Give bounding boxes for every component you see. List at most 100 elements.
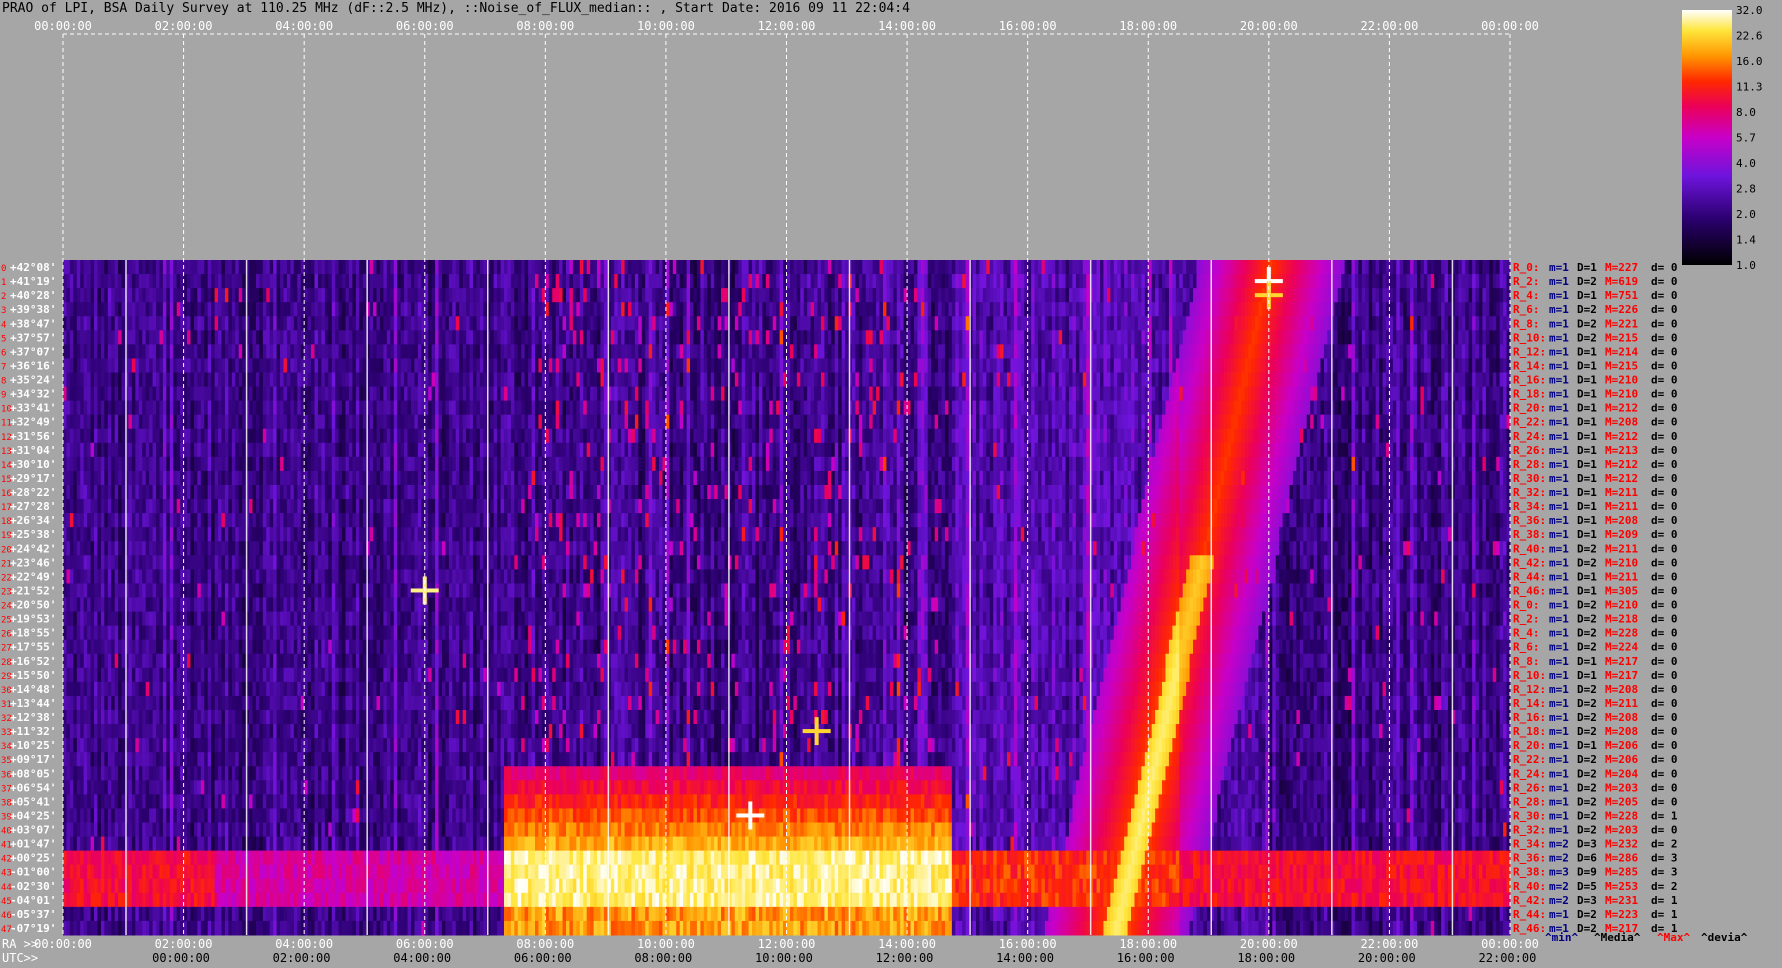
- ra-axis-tick: 08:00:00: [516, 937, 574, 951]
- declination-label: -04°01': [10, 894, 56, 907]
- row-stats: R_14: m=1 D=2 M=211 d= 0: [1513, 697, 1678, 710]
- top-axis-tick: 18:00:00: [1119, 19, 1177, 33]
- utc-axis-tick: 12:00:00: [876, 951, 934, 965]
- row-stats: R_30: m=1 D=2 M=228 d= 1: [1513, 809, 1678, 822]
- utc-axis-tick: 16:00:00: [1117, 951, 1175, 965]
- stats-legend-item: ^Max^: [1657, 931, 1690, 944]
- colorbar-tick: 5.7: [1736, 132, 1756, 145]
- row-stats: R_16: m=1 D=2 M=208 d= 0: [1513, 711, 1678, 724]
- declination-label: +27°28': [10, 500, 56, 513]
- declination-label: +11°32': [10, 725, 56, 738]
- row-stats: R_16: m=1 D=1 M=210 d= 0: [1513, 374, 1678, 387]
- row-stats: R_32: m=1 D=2 M=203 d= 0: [1513, 824, 1678, 837]
- top-axis-tick: 06:00:00: [396, 19, 454, 33]
- row-stats: R_8: m=1 D=1 M=217 d= 0: [1513, 655, 1678, 668]
- declination-label: +38°47': [10, 317, 56, 330]
- row-stats: R_4: m=1 D=1 M=751 d= 0: [1513, 289, 1678, 302]
- colorbar: [1682, 10, 1732, 265]
- row-stats: R_14: m=1 D=1 M=215 d= 0: [1513, 359, 1678, 372]
- row-stats: R_42: m=2 D=3 M=231 d= 1: [1513, 894, 1678, 907]
- row-stats: R_28: m=1 D=1 M=212 d= 0: [1513, 458, 1678, 471]
- declination-label: +41°19': [10, 275, 56, 288]
- top-axis-tick: 00:00:00: [34, 19, 92, 33]
- stats-legend-item: ^Media^: [1594, 931, 1641, 944]
- declination-label: +24°42': [10, 542, 56, 555]
- row-index: 1: [1, 278, 6, 288]
- row-index: 5: [1, 334, 6, 344]
- declination-label: +00°25': [10, 852, 56, 865]
- declination-label: +16°52': [10, 655, 56, 668]
- declination-label: +32°49': [10, 416, 56, 429]
- row-stats: R_10: m=1 D=2 M=215 d= 0: [1513, 331, 1678, 344]
- utc-axis-tick: 22:00:00: [1479, 951, 1537, 965]
- row-index: 2: [1, 292, 6, 302]
- row-stats: R_42: m=1 D=2 M=210 d= 0: [1513, 556, 1678, 569]
- row-index: 8: [1, 377, 6, 387]
- declination-label: -01°00': [10, 866, 56, 879]
- ra-axis-tick: 16:00:00: [999, 937, 1057, 951]
- declination-label: +17°55': [10, 641, 56, 654]
- utc-axis-tick: 00:00:00: [152, 951, 210, 965]
- top-axis-tick: 02:00:00: [155, 19, 213, 33]
- ra-axis-tick: 00:00:00: [1481, 937, 1539, 951]
- row-stats: R_20: m=1 D=1 M=206 d= 0: [1513, 739, 1678, 752]
- row-stats: R_4: m=1 D=2 M=228 d= 0: [1513, 627, 1678, 640]
- row-stats: R_2: m=1 D=2 M=619 d= 0: [1513, 275, 1678, 288]
- colorbar-tick: 8.0: [1736, 106, 1756, 119]
- row-stats: R_30: m=1 D=1 M=212 d= 0: [1513, 472, 1678, 485]
- row-index: 0: [1, 264, 6, 274]
- row-index: 9: [1, 391, 6, 401]
- declination-label: +40°28': [10, 289, 56, 302]
- declination-label: +29°17': [10, 472, 56, 485]
- stats-legend-item: ^devia^: [1701, 931, 1748, 944]
- colorbar-tick: 1.4: [1736, 234, 1756, 247]
- colorbar-tick: 22.6: [1736, 30, 1763, 43]
- declination-label: +42°08': [10, 261, 56, 274]
- declination-label: +28°22': [10, 486, 56, 499]
- ra-axis-tick: 02:00:00: [155, 937, 213, 951]
- row-stats: R_22: m=1 D=2 M=206 d= 0: [1513, 753, 1678, 766]
- utc-axis-tick: 10:00:00: [755, 951, 813, 965]
- ra-axis-tick: 18:00:00: [1119, 937, 1177, 951]
- row-stats: R_46: m=1 D=1 M=305 d= 0: [1513, 584, 1678, 597]
- ra-axis-tick: 06:00:00: [396, 937, 454, 951]
- row-stats: R_44: m=1 D=2 M=223 d= 1: [1513, 908, 1678, 921]
- row-stats: R_26: m=1 D=2 M=203 d= 0: [1513, 781, 1678, 794]
- row-stats: R_36: m=1 D=1 M=208 d= 0: [1513, 514, 1678, 527]
- top-axis-tick: 08:00:00: [516, 19, 574, 33]
- ra-axis-tick: 14:00:00: [878, 937, 936, 951]
- declination-label: +31°56': [10, 430, 56, 443]
- row-stats: R_24: m=1 D=1 M=212 d= 0: [1513, 430, 1678, 443]
- row-stats: R_36: m=2 D=6 M=286 d= 3: [1513, 852, 1678, 865]
- utc-axis-tick: 02:00:00: [273, 951, 331, 965]
- row-stats: R_38: m=3 D=9 M=285 d= 3: [1513, 866, 1678, 879]
- declination-label: +33°41': [10, 402, 56, 415]
- top-axis-tick: 00:00:00: [1481, 19, 1539, 33]
- row-stats: R_12: m=1 D=1 M=214 d= 0: [1513, 345, 1678, 358]
- colorbar-tick: 4.0: [1736, 157, 1756, 170]
- declination-label: +15°50': [10, 669, 56, 682]
- declination-label: +10°25': [10, 739, 56, 752]
- declination-label: +25°38': [10, 528, 56, 541]
- declination-label: +34°32': [10, 388, 56, 401]
- declination-label: +05°41': [10, 795, 56, 808]
- row-stats: R_0: m=1 D=1 M=227 d= 0: [1513, 261, 1678, 274]
- declination-label: +36°16': [10, 359, 56, 372]
- row-stats: R_10: m=1 D=1 M=217 d= 0: [1513, 669, 1678, 682]
- row-index: 6: [1, 348, 6, 358]
- declination-label: +13°44': [10, 697, 56, 710]
- row-stats: R_34: m=1 D=1 M=211 d= 0: [1513, 500, 1678, 513]
- utc-axis-label: UTC>>: [2, 951, 38, 965]
- row-stats: R_20: m=1 D=1 M=212 d= 0: [1513, 402, 1678, 415]
- row-index: 3: [1, 306, 6, 316]
- row-stats: R_24: m=1 D=2 M=204 d= 0: [1513, 767, 1678, 780]
- row-stats: R_40: m=1 D=2 M=211 d= 0: [1513, 542, 1678, 555]
- declination-label: +06°54': [10, 781, 56, 794]
- row-stats: R_44: m=1 D=1 M=211 d= 0: [1513, 570, 1678, 583]
- colorbar-tick: 2.0: [1736, 208, 1756, 221]
- survey-chart: 00:00:00 02:00:00 04:00:00 06:00:00 08:00:00…: [1, 4, 1763, 965]
- declination-label: +19°53': [10, 613, 56, 626]
- top-axis-tick: 22:00:00: [1361, 19, 1419, 33]
- declination-label: +23°46': [10, 556, 56, 569]
- row-stats: R_0: m=1 D=2 M=210 d= 0: [1513, 599, 1678, 612]
